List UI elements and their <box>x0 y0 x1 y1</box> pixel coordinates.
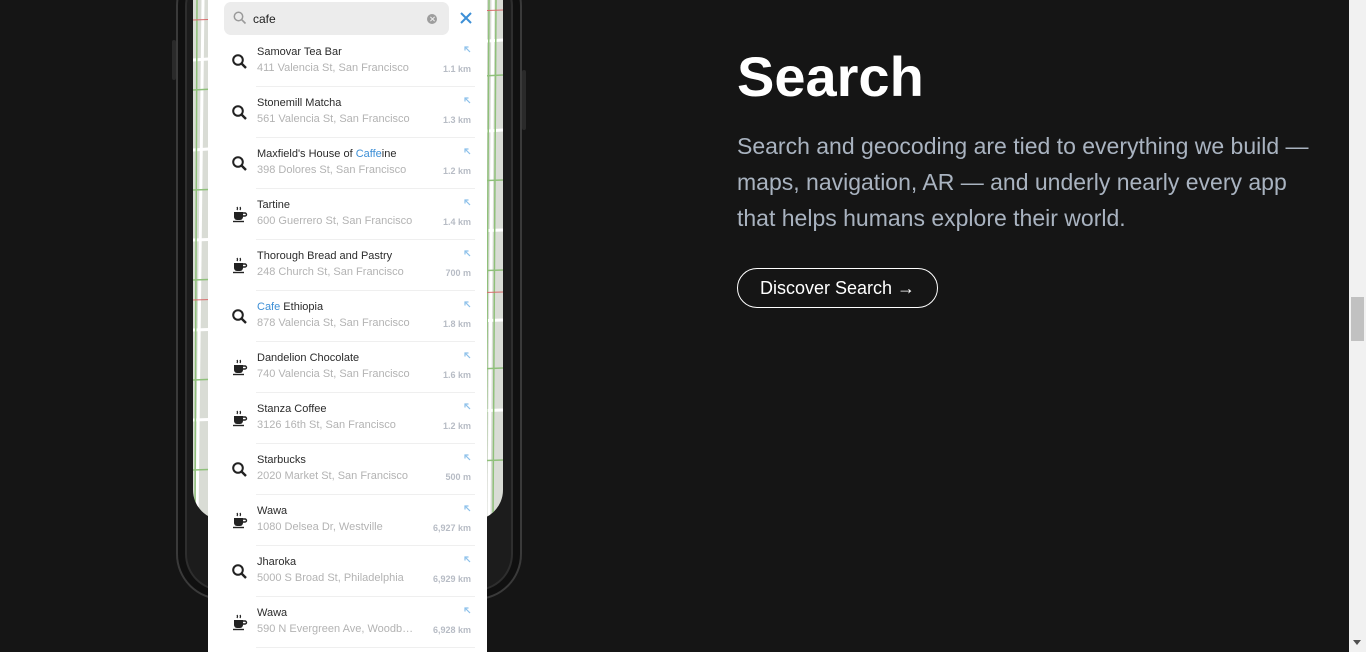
result-address: 740 Valencia St, San Francisco <box>257 368 410 380</box>
navigate-arrow-icon[interactable] <box>464 148 471 155</box>
search-icon <box>231 104 248 121</box>
result-row[interactable]: Stonemill Matcha 561 Valencia St, San Fra… <box>208 87 487 138</box>
phone-side-button <box>172 40 176 80</box>
coffee-cup-icon <box>231 410 248 427</box>
navigate-arrow-icon[interactable] <box>464 352 471 359</box>
result-row[interactable]: Maxfield's House of Caffeine 398 Dolores … <box>208 138 487 189</box>
scroll-down-icon[interactable] <box>1353 640 1361 645</box>
navigate-arrow-icon[interactable] <box>464 403 471 410</box>
result-address: 3126 16th St, San Francisco <box>257 419 396 431</box>
result-row[interactable]: Wawa 1080 Delsea Dr, Westville 6,927 km <box>208 495 487 546</box>
discover-search-button[interactable]: Discover Search → <box>737 268 938 308</box>
result-address: 590 N Evergreen Ave, Woodb… <box>257 623 414 635</box>
clear-icon[interactable] <box>427 14 437 24</box>
result-address: 248 Church St, San Francisco <box>257 266 404 278</box>
result-row[interactable]: Thorough Bread and Pastry 248 Church St, … <box>208 240 487 291</box>
result-name: Maxfield's House of Caffeine <box>257 148 397 160</box>
result-row[interactable]: Cafe Ethiopia 878 Valencia St, San Franci… <box>208 291 487 342</box>
result-distance: 6,927 km <box>432 523 471 533</box>
result-row[interactable]: Dandelion Chocolate 740 Valencia St, San … <box>208 342 487 393</box>
result-distance: 700 m <box>445 268 471 278</box>
result-distance: 1.2 km <box>442 166 471 176</box>
result-distance: 6,928 km <box>432 625 471 635</box>
result-name: Starbucks <box>257 454 306 466</box>
result-distance: 6,929 km <box>432 574 471 584</box>
coffee-cup-icon <box>231 614 248 631</box>
coffee-cup-icon <box>231 206 248 223</box>
search-icon <box>231 155 248 172</box>
result-address: 878 Valencia St, San Francisco <box>257 317 410 329</box>
coffee-cup-icon <box>231 512 248 529</box>
search-field[interactable]: cafe <box>224 2 449 35</box>
result-name: Thorough Bread and Pastry <box>257 250 393 262</box>
navigate-arrow-icon[interactable] <box>464 556 471 563</box>
coffee-cup-icon <box>231 257 248 274</box>
result-row[interactable]: Samovar Tea Bar 411 Valencia St, San Fran… <box>208 36 487 87</box>
result-row[interactable]: Wawa 590 N Evergreen Ave, Woodb… 6,928 km <box>208 597 487 648</box>
result-name: Dandelion Chocolate <box>257 352 360 364</box>
result-name: Cafe Ethiopia <box>257 301 324 313</box>
result-name: Stanza Coffee <box>257 403 327 415</box>
search-icon <box>231 563 248 580</box>
result-row[interactable]: Tartine 600 Guerrero St, San Francisco 1.4… <box>208 189 487 240</box>
close-icon[interactable] <box>458 10 474 26</box>
search-icon <box>231 308 248 325</box>
result-distance: 1.2 km <box>442 421 471 431</box>
result-address: 2020 Market St, San Francisco <box>257 470 409 482</box>
result-distance: 500 m <box>445 472 471 482</box>
scrollbar-thumb[interactable] <box>1351 297 1364 341</box>
result-address: 561 Valencia St, San Francisco <box>257 113 410 125</box>
navigate-arrow-icon[interactable] <box>464 301 471 308</box>
result-row[interactable]: Stanza Coffee 3126 16th St, San Francisco… <box>208 393 487 444</box>
result-address: 5000 S Broad St, Philadelphia <box>257 572 404 584</box>
result-distance: 1.1 km <box>442 64 471 74</box>
section-title: Search <box>737 45 924 108</box>
result-address: 1080 Delsea Dr, Westville <box>257 521 383 533</box>
search-query: cafe <box>253 12 276 26</box>
result-name: Stonemill Matcha <box>257 97 342 109</box>
result-name: Wawa <box>257 607 288 619</box>
result-distance: 1.6 km <box>442 370 471 380</box>
navigate-arrow-icon[interactable] <box>464 607 471 614</box>
result-distance: 1.8 km <box>442 319 471 329</box>
divider <box>256 647 475 648</box>
result-row[interactable]: Jharoka 5000 S Broad St, Philadelphia 6,92… <box>208 546 487 597</box>
result-name: Wawa <box>257 505 288 517</box>
navigate-arrow-icon[interactable] <box>464 46 471 53</box>
result-address: 600 Guerrero St, San Francisco <box>257 215 413 227</box>
result-distance: 1.4 km <box>442 217 471 227</box>
result-name: Tartine <box>257 199 291 211</box>
search-icon <box>233 11 247 25</box>
search-results-panel: cafe Samovar Tea Bar 411 Valencia St, San… <box>208 0 487 652</box>
search-icon <box>231 53 248 70</box>
navigate-arrow-icon[interactable] <box>464 199 471 206</box>
navigate-arrow-icon[interactable] <box>464 505 471 512</box>
result-row[interactable]: Starbucks 2020 Market St, San Francisco 50… <box>208 444 487 495</box>
result-distance: 1.3 km <box>442 115 471 125</box>
result-address: 411 Valencia St, San Francisco <box>257 62 409 74</box>
navigate-arrow-icon[interactable] <box>464 454 471 461</box>
phone-side-button <box>522 70 526 130</box>
search-icon <box>231 461 248 478</box>
result-name: Samovar Tea Bar <box>257 46 342 58</box>
result-address: 398 Dolores St, San Francisco <box>257 164 407 176</box>
section-description: Search and geocoding are tied to everyth… <box>737 133 1309 231</box>
result-name: Jharoka <box>257 556 297 568</box>
navigate-arrow-icon[interactable] <box>464 250 471 257</box>
coffee-cup-icon <box>231 359 248 376</box>
navigate-arrow-icon[interactable] <box>464 97 471 104</box>
